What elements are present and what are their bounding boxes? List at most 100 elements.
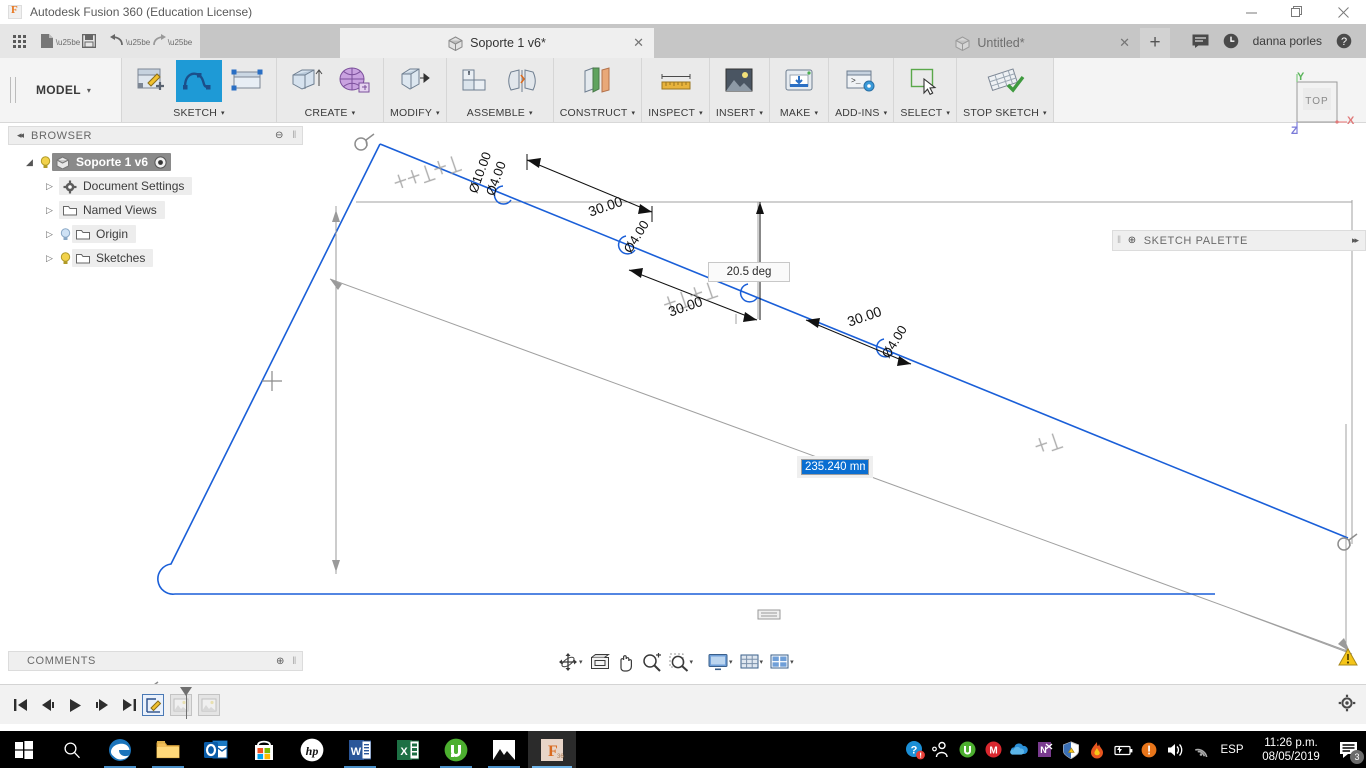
ribbon-group-label[interactable]: STOP SKETCH ▾ [963,103,1047,122]
alert-icon[interactable] [1136,731,1162,768]
mesh-icon[interactable] [331,60,377,102]
workspace-selector[interactable]: MODEL ▾ [0,58,121,122]
edge-icon[interactable] [96,731,144,768]
excel-icon[interactable]: X [384,731,432,768]
expand-right-icon[interactable]: ▸▸ [1352,235,1359,246]
tree-item-document-settings[interactable]: ▷ Document Settings [8,174,303,198]
chevron-down-icon[interactable]: ▾ [790,658,794,666]
new-component-icon[interactable] [453,60,499,102]
wifi-icon[interactable] [1188,731,1214,768]
browser-panel-header[interactable]: ◂◂ BROWSER ⊖ ‖ [8,126,303,145]
browser-drag-handle[interactable]: ‖ [292,130,297,141]
ribbon-group-label[interactable]: SELECT ▾ [900,103,950,122]
tree-item-origin[interactable]: ▷ Origin [8,222,303,246]
close-button[interactable] [1320,0,1366,24]
press-pull-icon[interactable] [392,60,438,102]
rectangle-icon[interactable] [224,60,270,102]
chevron-down-icon[interactable]: ▾ [690,658,694,666]
photos-icon[interactable] [480,731,528,768]
tab-close-icon[interactable]: ✕ [633,36,644,50]
ribbon-group-label[interactable]: MODIFY ▾ [390,103,440,122]
orbit-icon[interactable]: ▾ [556,651,585,673]
ribbon-group-label[interactable]: ADD-INS ▾ [835,103,887,122]
grid-snaps-icon[interactable]: ▾ [738,651,766,673]
utorrent-icon[interactable] [432,731,480,768]
defender-icon[interactable] [1058,731,1084,768]
search-icon[interactable] [48,731,96,768]
ribbon-group-label[interactable]: SKETCH ▾ [173,103,225,122]
joint-icon[interactable] [501,60,547,102]
utorrent-tray-icon[interactable] [954,731,980,768]
flame-icon[interactable] [1084,731,1110,768]
word-icon[interactable]: W [336,731,384,768]
comments-panel-header[interactable]: COMMENTS ⊕ ‖ [8,651,303,671]
comments-balloon-icon[interactable] [1192,34,1209,48]
new-file-caret-icon[interactable]: \u25be [56,28,80,54]
notification-center-icon[interactable]: 3 [1332,731,1366,768]
battery-icon[interactable] [1110,731,1136,768]
step-forward-icon[interactable] [93,695,111,715]
zoom-icon[interactable] [640,651,664,673]
image-feature-icon[interactable] [170,694,192,716]
visibility-bulb-icon[interactable] [59,227,72,241]
3d-print-icon[interactable] [776,60,822,102]
clock[interactable]: 11:26 p.m. 08/05/2019 [1250,731,1332,768]
tree-item-row[interactable]: Origin [72,225,137,243]
view-cube[interactable]: TOP Z Y X [1281,72,1355,137]
chevron-expanded-icon[interactable]: ◢ [26,157,39,168]
start-button[interactable] [0,731,48,768]
ribbon-group-label[interactable]: INSPECT ▾ [648,103,703,122]
tree-item-row[interactable]: Sketches [72,249,154,267]
sketch-palette-dot-icon[interactable]: ⊕ [1128,235,1137,246]
tree-item-sketches[interactable]: ▷ Sketches [8,246,303,270]
tree-item-row[interactable]: Named Views [59,201,165,219]
play-icon[interactable] [66,695,84,715]
chevron-down-icon[interactable]: ▾ [729,658,733,666]
tree-item-row[interactable]: Document Settings [59,177,193,195]
image-feature-icon[interactable] [198,694,220,716]
visibility-bulb-icon[interactable] [39,155,52,169]
select-window-icon[interactable] [902,60,948,102]
undo-caret-icon[interactable]: \u25be [126,28,150,54]
tree-item-soporte-1-v6[interactable]: ◢ Soporte 1 v6 [8,150,303,174]
tab-untitled[interactable]: Untitled* ✕ [840,28,1140,58]
chevron-down-icon[interactable]: ▾ [760,658,764,666]
display-settings-icon[interactable]: ▾ [706,651,735,673]
comments-add-icon[interactable]: ⊕ [276,656,285,667]
comments-drag-handle[interactable]: ‖ [292,656,297,667]
people-icon[interactable] [928,731,954,768]
file-explorer-icon[interactable] [144,731,192,768]
offset-plane-icon[interactable] [574,60,620,102]
warning-icon[interactable] [1338,648,1358,666]
look-at-icon[interactable] [588,651,612,673]
user-name-label[interactable]: danna porles [1253,34,1322,48]
create-sketch-icon[interactable] [128,60,174,102]
chevron-down-icon[interactable]: ▾ [579,658,583,666]
help-alert-icon[interactable]: ? [902,731,928,768]
tab-close-icon[interactable]: ✕ [1119,36,1130,50]
help-icon[interactable]: ? [1336,33,1352,49]
activate-component-icon[interactable] [154,155,167,169]
chevron-right-icon[interactable]: ▷ [46,253,59,264]
onenote-icon[interactable]: N [1032,731,1058,768]
timeline-marker[interactable] [180,687,192,719]
ribbon-group-label[interactable]: CONSTRUCT ▾ [560,103,635,122]
step-back-icon[interactable] [39,695,57,715]
language-indicator[interactable]: ESP [1214,731,1250,768]
sketch-palette-panel[interactable]: ‖ ⊕ SKETCH PALETTE ▸▸ [1112,230,1366,251]
tab-soporte-1-v6[interactable]: Soporte 1 v6* ✕ [340,28,654,58]
tree-item-named-views[interactable]: ▷ Named Views [8,198,303,222]
mega-icon[interactable]: M [980,731,1006,768]
insert-image-icon[interactable] [716,60,762,102]
ribbon-group-label[interactable]: ASSEMBLE ▾ [467,103,533,122]
pan-icon[interactable] [615,651,637,673]
sketch-feature-icon[interactable] [142,694,164,716]
apps-grid-icon[interactable] [6,28,32,54]
sketch-spline-icon[interactable] [176,59,222,102]
go-to-end-icon[interactable] [120,695,138,715]
sketch-palette-drag-handle[interactable]: ‖ [1117,235,1122,246]
volume-icon[interactable] [1162,731,1188,768]
ribbon-group-label[interactable]: CREATE ▾ [305,103,356,122]
scripts-addins-icon[interactable]: >_ [838,60,884,102]
onedrive-icon[interactable] [1006,731,1032,768]
